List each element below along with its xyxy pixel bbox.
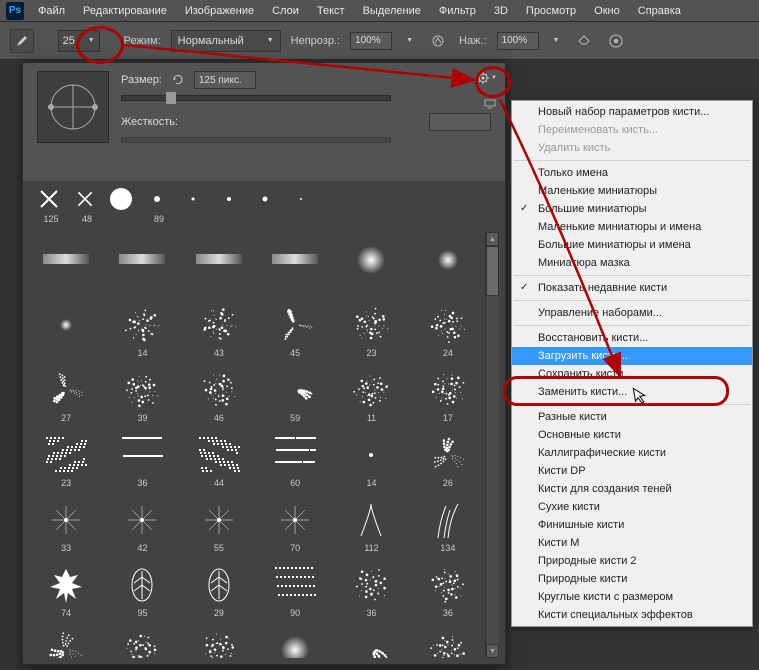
annotation-arrow <box>0 0 759 670</box>
